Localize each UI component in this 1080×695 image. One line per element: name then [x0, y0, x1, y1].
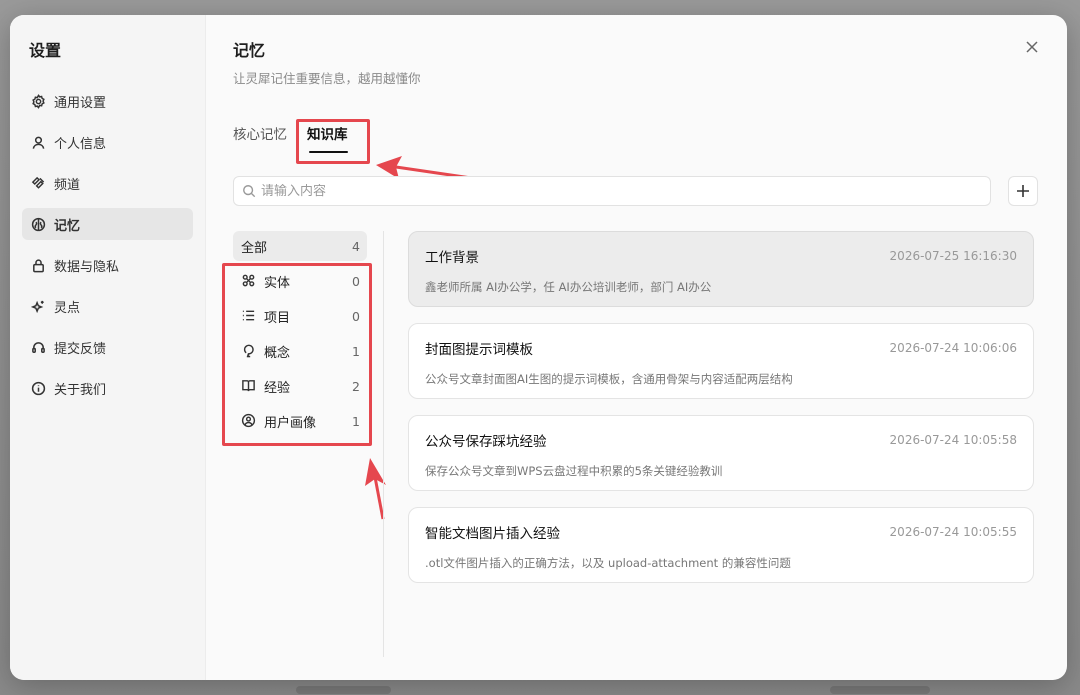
card-title: 公众号保存踩坑经验: [425, 434, 547, 450]
plus-icon: [1017, 185, 1029, 197]
background-strip: [296, 686, 391, 694]
sidebar-item-label: 数据与隐私: [54, 259, 120, 275]
sidebar-item-profile[interactable]: 个人信息: [22, 126, 193, 158]
sidebar: 设置 通用设置 个人信息 频道 记忆 数据与隐私 灵点 提交反馈 关于我们: [10, 15, 206, 680]
knowledge-card[interactable]: 工作背景 2026-07-25 16:16:30 鑫老师所属 AI办公学，任 A…: [408, 231, 1034, 307]
user-icon: [30, 134, 46, 150]
card-time: 2026-07-24 10:06:06: [889, 341, 1017, 355]
lock-icon: [30, 257, 46, 273]
add-button[interactable]: [1008, 176, 1038, 206]
settings-dialog: 设置 通用设置 个人信息 频道 记忆 数据与隐私 灵点 提交反馈 关于我们 记忆…: [10, 15, 1067, 680]
card-title: 智能文档图片插入经验: [425, 526, 560, 542]
sidebar-item-label: 提交反馈: [54, 341, 107, 357]
page-title: 记忆: [233, 41, 266, 60]
search-icon: [243, 185, 256, 198]
search-input[interactable]: [261, 183, 990, 199]
background-strip: [830, 686, 930, 694]
knowledge-card[interactable]: 封面图提示词模板 2026-07-24 10:06:06 公众号文章封面图AI生…: [408, 323, 1034, 399]
category-label: 全部: [241, 240, 268, 256]
sidebar-item-label: 灵点: [54, 300, 81, 316]
sidebar-item-privacy[interactable]: 数据与隐私: [22, 249, 193, 281]
card-title: 工作背景: [425, 250, 479, 266]
card-title: 封面图提示词模板: [425, 342, 533, 358]
main-panel: 记忆 让灵犀记住重要信息，越用越懂你 核心记忆 知识库 全部 4: [206, 15, 1067, 680]
knowledge-card[interactable]: 智能文档图片插入经验 2026-07-24 10:05:55 .otl文件图片插…: [408, 507, 1034, 583]
card-description: 鑫老师所属 AI办公学，任 AI办公培训老师，部门 AI办公: [425, 280, 712, 294]
sidebar-item-label: 通用设置: [54, 95, 107, 111]
memory-icon: [30, 216, 46, 232]
sidebar-item-label: 频道: [54, 177, 81, 193]
card-description: 保存公众号文章到WPS云盘过程中积累的5条关键经验教训: [425, 464, 723, 478]
page-subtitle: 让灵犀记住重要信息，越用越懂你: [233, 71, 421, 86]
sidebar-item-label: 关于我们: [54, 382, 107, 398]
knowledge-list: 工作背景 2026-07-25 16:16:30 鑫老师所属 AI办公学，任 A…: [408, 231, 1034, 599]
tab-core-memory[interactable]: 核心记忆: [233, 123, 287, 151]
sparkle-icon: [30, 298, 46, 314]
sidebar-item-general[interactable]: 通用设置: [22, 85, 193, 117]
sidebar-item-feedback[interactable]: 提交反馈: [22, 331, 193, 363]
sidebar-title: 设置: [29, 41, 62, 60]
category-count: 4: [352, 238, 360, 254]
annotation-highlight-categories: [222, 263, 372, 446]
sidebar-item-channel[interactable]: 频道: [22, 167, 193, 199]
sidebar-item-label: 记忆: [54, 218, 81, 234]
annotation-highlight-tab: [296, 119, 370, 164]
sidebar-item-label: 个人信息: [54, 136, 107, 152]
channel-icon: [30, 175, 46, 191]
card-time: 2026-07-24 10:05:58: [889, 433, 1017, 447]
gear-icon: [30, 93, 46, 109]
headset-icon: [30, 339, 46, 355]
panel-divider: [383, 231, 384, 657]
info-icon: [30, 380, 46, 396]
sidebar-item-memory[interactable]: 记忆: [22, 208, 193, 240]
card-description: .otl文件图片插入的正确方法，以及 upload-attachment 的兼容…: [425, 556, 791, 570]
knowledge-card[interactable]: 公众号保存踩坑经验 2026-07-24 10:05:58 保存公众号文章到WP…: [408, 415, 1034, 491]
close-button[interactable]: [1025, 39, 1041, 55]
sidebar-item-about[interactable]: 关于我们: [22, 372, 193, 404]
close-icon: [1026, 41, 1038, 53]
search-bar[interactable]: [233, 176, 991, 206]
card-time: 2026-07-24 10:05:55: [889, 525, 1017, 539]
sidebar-item-lingdian[interactable]: 灵点: [22, 290, 193, 322]
annotation-arrow-icon: [365, 458, 386, 520]
card-time: 2026-07-25 16:16:30: [889, 249, 1017, 263]
card-description: 公众号文章封面图AI生图的提示词模板，含通用骨架与内容适配两层结构: [425, 372, 793, 386]
category-all[interactable]: 全部 4: [233, 231, 367, 261]
